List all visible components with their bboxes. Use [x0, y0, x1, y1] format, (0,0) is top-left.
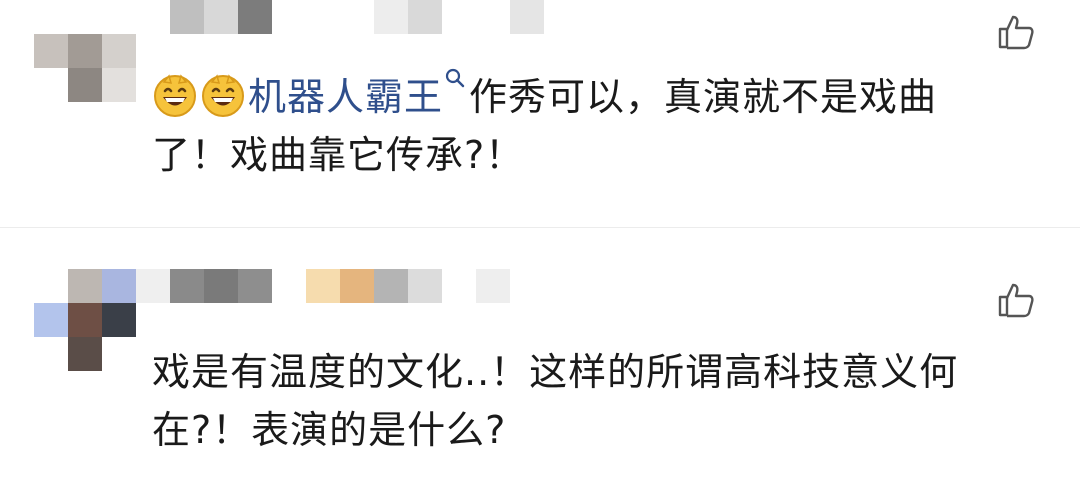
avatar[interactable] — [34, 269, 136, 371]
avatar-pixel — [68, 68, 102, 102]
redaction-pixel — [238, 0, 272, 34]
thumbs-up-icon[interactable] — [996, 280, 1036, 320]
redaction-pixel — [204, 269, 238, 303]
redaction-pixel — [374, 0, 408, 34]
search-icon — [445, 68, 465, 88]
avatar-pixel — [68, 337, 102, 371]
comment-text-line-2: 在?！表演的是什么? — [152, 408, 507, 452]
redaction-pixel — [340, 269, 374, 303]
redaction-pixel — [476, 269, 510, 303]
grinning-face-emoji — [154, 74, 196, 117]
avatar-pixel — [68, 269, 102, 303]
redaction-pixel — [408, 0, 442, 34]
thumbs-up-icon[interactable] — [996, 12, 1036, 52]
redaction-pixel — [374, 269, 408, 303]
avatar[interactable] — [34, 34, 136, 102]
comment-item: 戏是有温度的文化..！这样的所谓高科技意义何 在?！表演的是什么? — [0, 228, 1080, 491]
redaction-pixel — [170, 0, 204, 34]
comment-text-line-1: 作秀可以，真演就不是戏曲 — [469, 75, 938, 119]
redaction-pixel — [408, 269, 442, 303]
redaction-pixel — [170, 269, 204, 303]
grinning-face-emoji — [202, 74, 244, 117]
comment-item: 机器人霸王 作秀可以，真演就不是戏曲了！戏曲靠它传承?！ — [0, 0, 1080, 228]
redaction-pixel — [136, 269, 170, 303]
avatar-pixel — [68, 303, 102, 337]
user-mention-link[interactable]: 机器人霸王 — [248, 75, 443, 119]
avatar-pixel — [102, 269, 136, 303]
comment-text-line-2: 了！戏曲靠它传承?！ — [152, 133, 525, 177]
comment-text: 戏是有温度的文化..！这样的所谓高科技意义何 在?！表演的是什么? — [152, 343, 1032, 459]
username-redacted[interactable] — [136, 269, 546, 303]
avatar-pixel — [102, 68, 136, 102]
avatar-pixel — [34, 303, 68, 337]
redaction-pixel — [238, 269, 272, 303]
redaction-pixel — [510, 0, 544, 34]
username-redacted[interactable] — [170, 0, 570, 34]
redaction-pixel — [306, 269, 340, 303]
comment-text: 机器人霸王 作秀可以，真演就不是戏曲了！戏曲靠它传承?！ — [152, 68, 1032, 184]
avatar-pixel — [102, 303, 136, 337]
avatar-pixel — [34, 34, 68, 68]
avatar-pixel — [68, 34, 102, 68]
avatar-pixel — [102, 34, 136, 68]
comment-text-line-1: 戏是有温度的文化..！这样的所谓高科技意义何 — [152, 350, 959, 394]
redaction-pixel — [204, 0, 238, 34]
